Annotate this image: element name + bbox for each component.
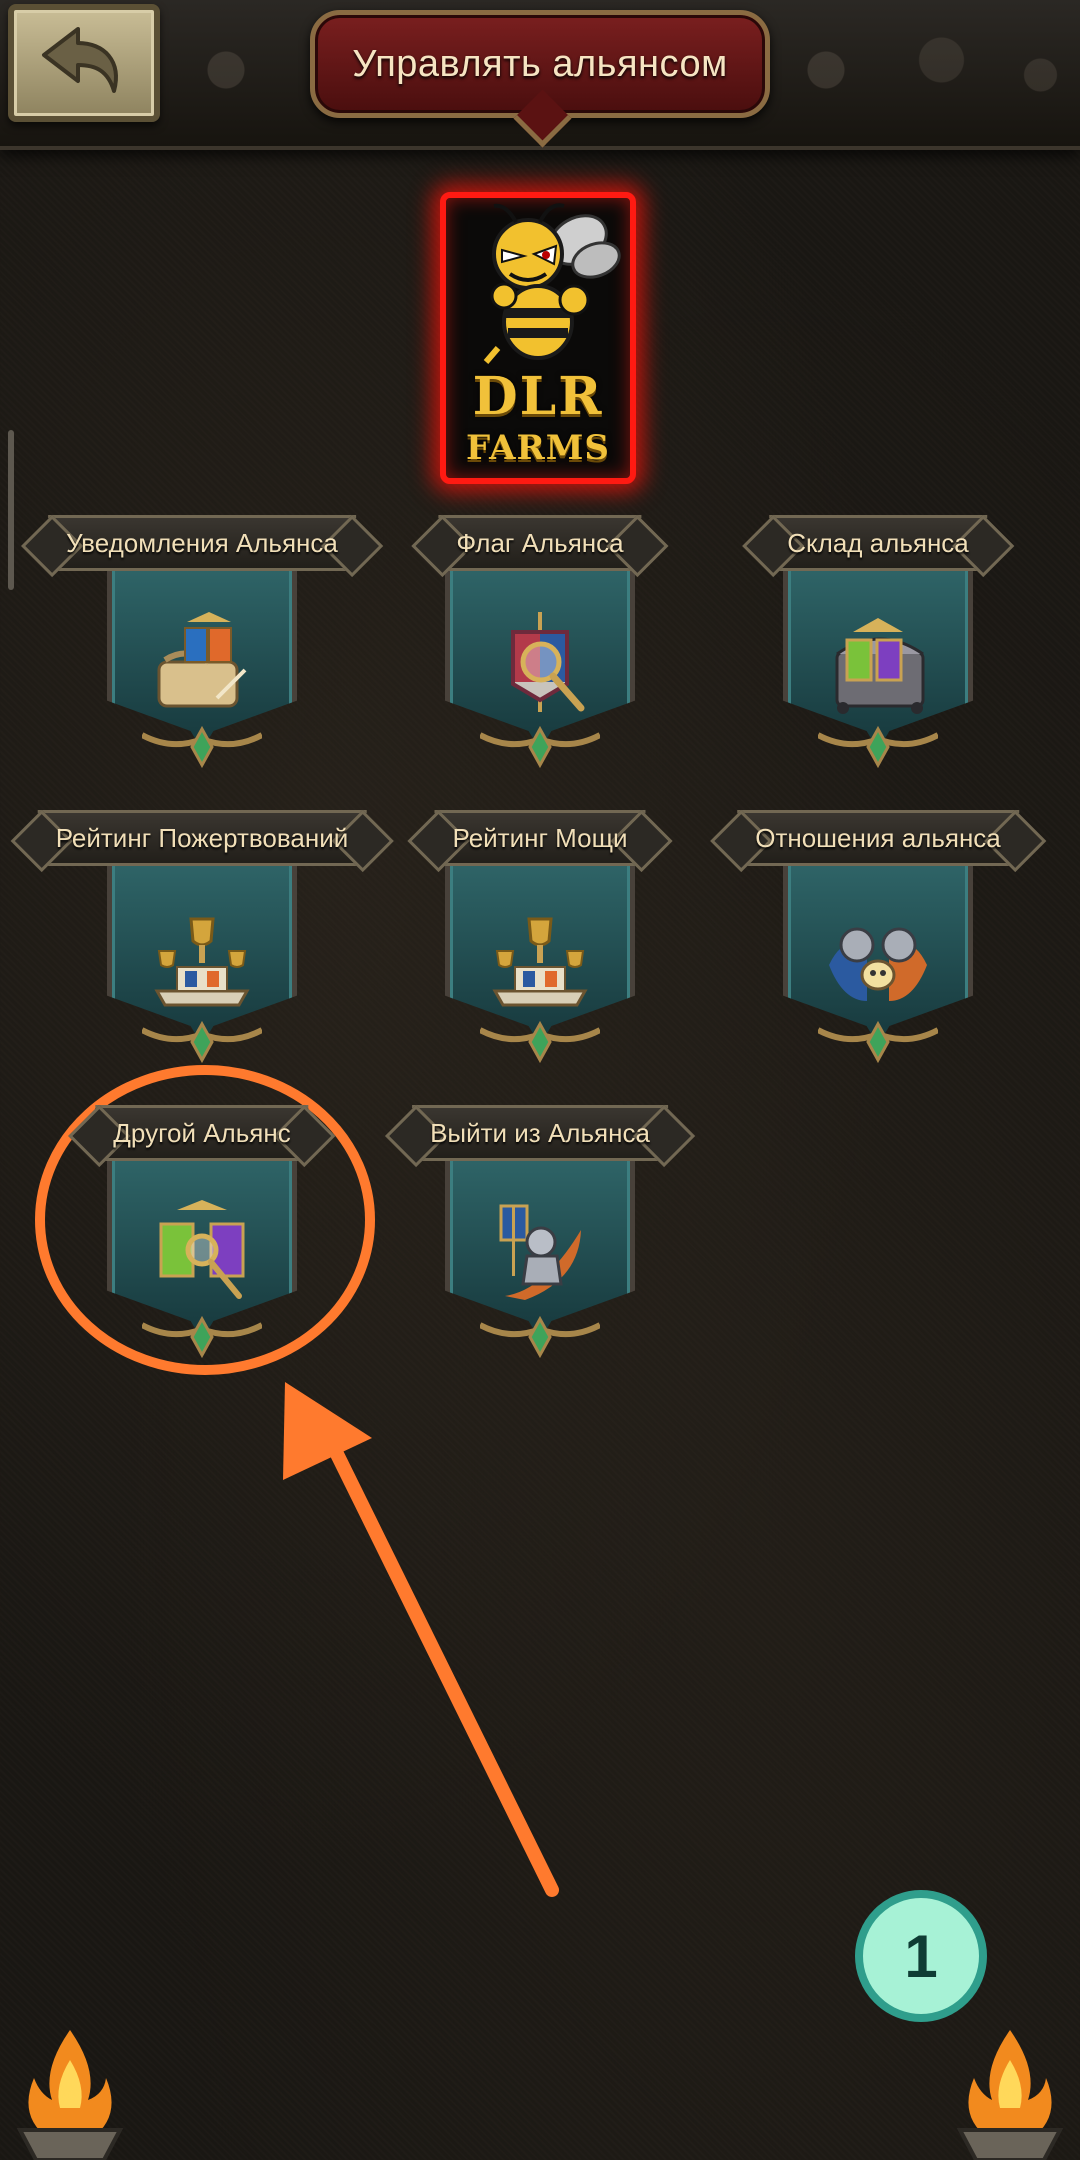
tile-label: Выйти из Альянса [412, 1105, 668, 1161]
top-bar: Управлять альянсом [0, 0, 1080, 150]
trophy-podium-icon [154, 917, 250, 1007]
alliance-notifications-tile[interactable]: Уведомления Альянса [48, 515, 356, 785]
scrollbar[interactable] [8, 430, 14, 590]
alliance-logo-line2: FARMS [466, 428, 610, 468]
knights-relations-icon [829, 927, 927, 1001]
banners-search-icon [159, 1200, 245, 1299]
pointer-arrow-head [283, 1382, 372, 1480]
shield-ornament [818, 1020, 938, 1064]
tile-label: Уведомления Альянса [48, 515, 356, 571]
scroll-notifications-icon [157, 612, 247, 708]
alliance-badge[interactable]: DLR FARMS [440, 192, 636, 484]
donation-ranking-tile[interactable]: Рейтинг Пожертвований [37, 810, 367, 1080]
shield-ornament [142, 725, 262, 769]
alliance-warehouse-tile[interactable]: Склад альянса [728, 515, 1028, 785]
tile-label: Рейтинг Мощи [434, 810, 646, 866]
back-button[interactable] [8, 4, 160, 122]
back-arrow-icon [42, 27, 118, 93]
leave-alliance-tile[interactable]: Выйти из Альянса [390, 1105, 690, 1375]
pointer-arrow-shaft [328, 1443, 559, 1897]
tile-label: Рейтинг Пожертвований [37, 810, 367, 866]
alliance-logo-line1: DLR [472, 366, 604, 427]
power-ranking-tile[interactable]: Рейтинг Мощи [390, 810, 690, 1080]
shield-ornament [818, 725, 938, 769]
treasure-chest-icon [835, 618, 925, 714]
other-alliance-tile[interactable]: Другой Альянс [52, 1105, 352, 1375]
torch-left-icon [16, 2030, 124, 2160]
alliance-relations-tile[interactable]: Отношения альянса [728, 810, 1028, 1080]
page-title: Управлять альянсом [352, 42, 728, 85]
header-ornament-right [760, 20, 1080, 120]
alliance-flag-tile[interactable]: Флаг Альянса [390, 515, 690, 785]
tile-label: Склад альянса [769, 515, 987, 571]
shield-ornament [480, 1315, 600, 1359]
torch-right-icon [956, 2030, 1064, 2160]
tile-label: Флаг Альянса [438, 515, 642, 571]
tile-label: Другой Альянс [95, 1105, 309, 1161]
knight-exit-icon [499, 1204, 581, 1300]
shield-ornament [480, 725, 600, 769]
banner-magnifier-icon [511, 612, 585, 712]
shield-ornament [480, 1020, 600, 1064]
title-plate: Управлять альянсом [310, 10, 770, 118]
tile-label: Отношения альянса [737, 810, 1019, 866]
bee-mascot-icon [483, 203, 621, 364]
shield-ornament [142, 1020, 262, 1064]
step-number-badge: 1 [855, 1890, 987, 2022]
shield-ornament [142, 1315, 262, 1359]
trophy-podium-icon [492, 917, 588, 1007]
